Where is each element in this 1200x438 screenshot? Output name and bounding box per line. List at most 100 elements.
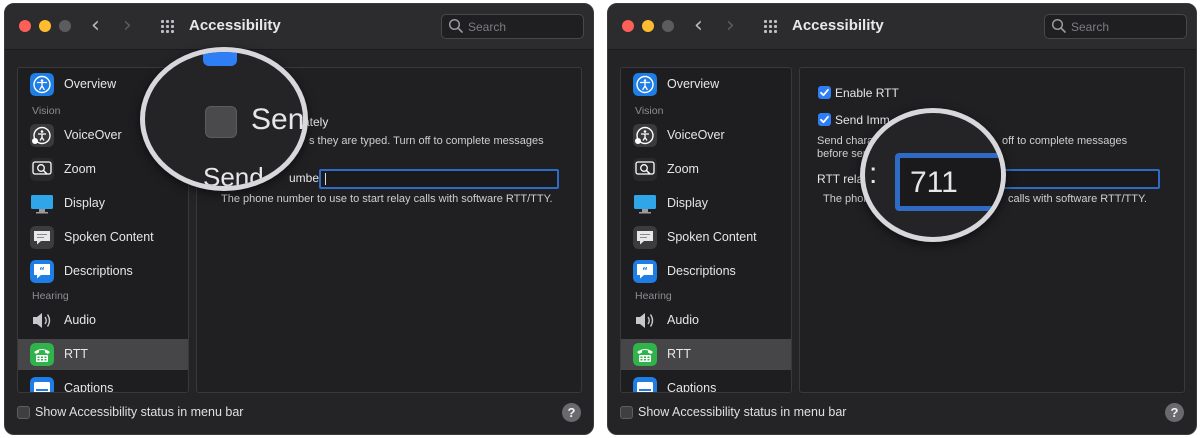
sidebar-item-display[interactable]: Display — [18, 188, 188, 219]
back-button[interactable]: ‹ — [694, 14, 703, 38]
sidebar-section-hearing: Hearing — [635, 290, 672, 302]
search-field[interactable] — [1044, 14, 1187, 39]
sidebar-item-label: Overview — [667, 77, 720, 91]
enable-rtt-checkbox-zoomed — [203, 52, 237, 66]
sidebar-item-label: Display — [667, 196, 708, 210]
magnifier-loupe: : 711 — [860, 108, 1006, 242]
sidebar-item-rtt[interactable]: RTT — [18, 339, 188, 370]
accessibility-icon — [30, 73, 54, 96]
zoom-icon — [30, 158, 54, 181]
send-immediately-description: Send chara — [817, 135, 874, 147]
zoomed-colon: : — [869, 157, 878, 190]
enable-rtt-checkbox[interactable] — [818, 86, 831, 99]
show-all-grid-icon[interactable] — [161, 20, 175, 34]
relay-number-field[interactable] — [982, 169, 1160, 189]
sidebar-item-label: Spoken Content — [64, 230, 154, 244]
search-field[interactable] — [441, 14, 584, 39]
voiceover-icon — [633, 124, 657, 147]
voiceover-icon — [30, 124, 54, 147]
preferences-window-left: ‹ › Accessibility Overview Vision — [4, 3, 594, 435]
zoom-button[interactable] — [662, 20, 674, 32]
sidebar-item-display[interactable]: Display — [621, 188, 791, 219]
show-status-checkbox[interactable] — [17, 406, 30, 419]
sidebar-item-label: Overview — [64, 77, 117, 91]
show-status-checkbox[interactable] — [620, 406, 633, 419]
sidebar-item-overview[interactable]: Overview — [621, 69, 791, 100]
checkmark-icon — [820, 115, 829, 124]
quote-bubble-icon: “ — [633, 260, 657, 283]
sidebar-section-vision: Vision — [635, 105, 664, 117]
send-immediately-checkbox-zoomed[interactable] — [205, 106, 237, 138]
forward-button[interactable]: › — [726, 14, 735, 38]
sidebar-item-label: Audio — [64, 313, 96, 327]
sidebar-item-audio[interactable]: Audio — [621, 305, 791, 336]
relay-number-description: The phone number to use to start relay c… — [221, 193, 553, 205]
relay-number-field-zoomed[interactable]: 711 — [895, 153, 1001, 211]
svg-text:“: “ — [642, 267, 648, 277]
relay-number-field[interactable] — [319, 169, 559, 189]
send-immediately-description: s they are typed. Turn off to complete m… — [309, 135, 544, 147]
zoom-icon — [633, 158, 657, 181]
show-status-label: Show Accessibility status in menu bar — [638, 405, 847, 419]
magnifier-loupe: E Sen Send — [140, 47, 308, 191]
display-icon — [31, 195, 53, 214]
sidebar-section-vision: Vision — [32, 105, 61, 117]
minimize-button[interactable] — [642, 20, 654, 32]
help-button[interactable]: ? — [562, 403, 581, 422]
sidebar-item-label: RTT — [64, 347, 89, 361]
forward-button[interactable]: › — [123, 14, 132, 38]
sidebar: Overview Vision VoiceOver Zoom Display S… — [620, 67, 792, 393]
speaker-icon — [636, 313, 654, 328]
sidebar-item-voiceover[interactable]: VoiceOver — [621, 120, 791, 151]
sidebar-item-spoken-content[interactable]: Spoken Content — [621, 222, 791, 253]
sidebar-item-label: Descriptions — [64, 264, 133, 278]
sidebar-item-label: Descriptions — [667, 264, 736, 278]
relay-number-description-end: calls with software RTT/TTY. — [1008, 193, 1147, 205]
tty-phone-icon — [30, 343, 54, 366]
sidebar-item-label: VoiceOver — [667, 128, 725, 142]
title-bar: ‹ › Accessibility — [608, 4, 1196, 50]
sidebar-item-label: Captions — [667, 381, 717, 393]
sidebar-item-label: VoiceOver — [64, 128, 122, 142]
sidebar-item-rtt[interactable]: RTT — [621, 339, 791, 370]
sidebar-item-captions[interactable]: Captions — [18, 373, 188, 392]
relay-number-label: RTT rela — [817, 172, 864, 186]
window-title: Accessibility — [189, 17, 281, 34]
sidebar-item-audio[interactable]: Audio — [18, 305, 188, 336]
speaker-icon — [33, 313, 51, 328]
send-immediately-zoomed-label: Sen — [251, 103, 305, 136]
search-icon — [448, 18, 463, 33]
send-immediately-description-end: off to complete messages — [1002, 135, 1128, 147]
search-input[interactable] — [468, 18, 578, 35]
search-input[interactable] — [1071, 18, 1181, 35]
relay-number-value: 711 — [910, 166, 958, 199]
sidebar-item-captions[interactable]: Captions — [621, 373, 791, 393]
rtt-settings-pane: Enable RTT Send Imm Send chara off to co… — [799, 67, 1185, 393]
show-all-grid-icon[interactable] — [764, 20, 778, 34]
send-immediately-checkbox[interactable] — [818, 113, 831, 126]
sidebar-item-spoken-content[interactable]: Spoken Content — [18, 222, 188, 253]
checkmark-icon — [820, 88, 829, 97]
sidebar-item-label: Display — [64, 196, 105, 210]
help-button[interactable]: ? — [1165, 403, 1184, 422]
sidebar-item-label: Audio — [667, 313, 699, 327]
preferences-window-right: ‹ › Accessibility Overview Vision — [607, 3, 1197, 435]
text-cursor — [325, 173, 326, 185]
minimize-button[interactable] — [39, 20, 51, 32]
sidebar-item-descriptions[interactable]: “ Descriptions — [621, 256, 791, 287]
sidebar-section-hearing: Hearing — [32, 290, 69, 302]
close-button[interactable] — [19, 20, 31, 32]
send-immediately-label: Send Imm — [835, 113, 890, 127]
show-status-label: Show Accessibility status in menu bar — [35, 405, 244, 419]
captions-icon — [30, 377, 54, 392]
quote-bubble-icon: “ — [30, 260, 54, 283]
sidebar-item-descriptions[interactable]: “ Descriptions — [18, 256, 188, 287]
sidebar-item-zoom[interactable]: Zoom — [621, 154, 791, 185]
tty-phone-icon — [633, 343, 657, 366]
back-button[interactable]: ‹ — [91, 14, 100, 38]
close-button[interactable] — [622, 20, 634, 32]
zoom-button[interactable] — [59, 20, 71, 32]
sidebar-item-label: Spoken Content — [667, 230, 757, 244]
enable-rtt-label: Enable RTT — [835, 86, 899, 100]
speech-bubble-icon — [30, 226, 54, 249]
